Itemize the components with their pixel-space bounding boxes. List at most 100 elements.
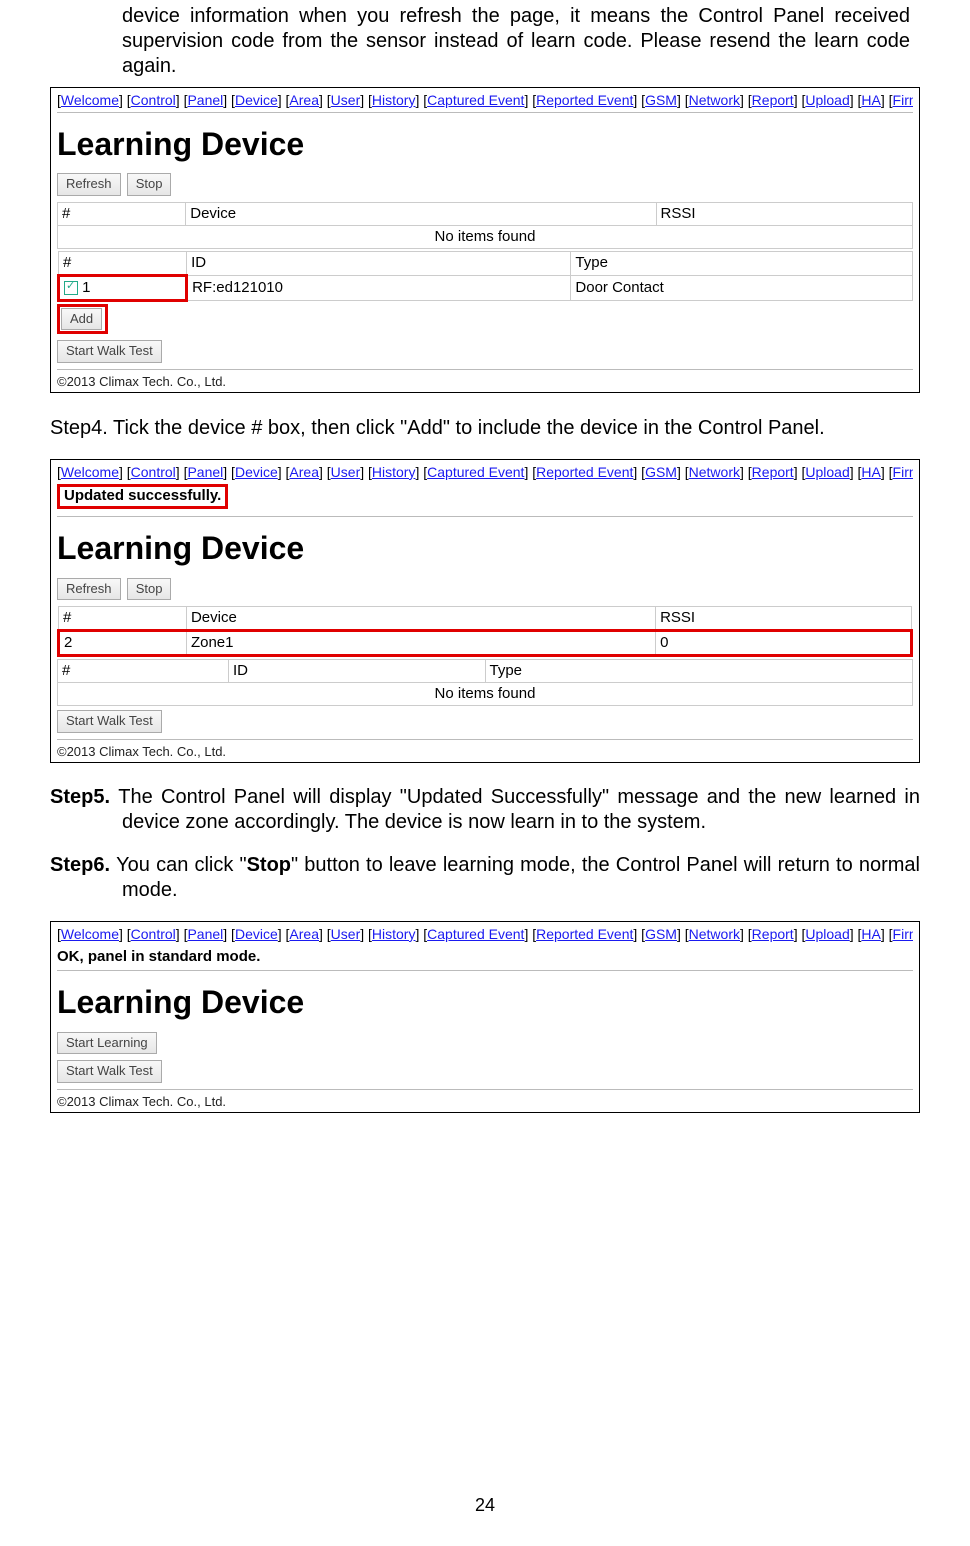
nav-area[interactable]: Area [289,464,319,480]
start-walk-test-button[interactable]: Start Walk Test [57,340,162,363]
stop-button[interactable]: Stop [127,173,172,196]
step6-body1: You can click " [116,854,246,876]
step5-text: Step5. The Control Panel will display "U… [122,785,920,835]
detected-table-1: # Device RSSI No items found [57,202,913,249]
start-learning-button[interactable]: Start Learning [57,1032,157,1055]
col-num2: # [58,660,229,683]
nav-user[interactable]: User [331,464,361,480]
start-walk-test-button[interactable]: Start Walk Test [57,710,162,733]
table-row: 1 RF:ed121010 Door Contact [59,275,913,300]
nav-upload[interactable]: Upload [805,926,849,942]
screenshot-1: [Welcome] [Control] [Panel] [Device] [Ar… [50,87,920,393]
nav-area[interactable]: Area [289,92,319,108]
col-id: ID [229,660,486,683]
nav-welcome[interactable]: Welcome [61,926,119,942]
col-num: # [59,607,187,631]
nav-reported[interactable]: Reported Event [536,464,633,480]
page-title-3: Learning Device [57,983,913,1021]
nav-ha[interactable]: HA [861,92,880,108]
step5-label: Step5. [50,786,118,808]
col-device: Device [186,202,656,225]
nav-ha[interactable]: HA [861,464,880,480]
nav-user[interactable]: User [331,92,361,108]
nav-device[interactable]: Device [235,926,278,942]
nav-gsm[interactable]: GSM [645,464,677,480]
nav-firmware[interactable]: Firmware [893,926,913,942]
nav-control[interactable]: Control [131,92,176,108]
copyright-2: ©2013 Climax Tech. Co., Ltd. [57,744,913,760]
nav-welcome[interactable]: Welcome [61,464,119,480]
col-num: # [58,202,186,225]
page-number: 24 [0,1495,970,1516]
start-walk-test-button[interactable]: Start Walk Test [57,1060,162,1083]
nav-user[interactable]: User [331,926,361,942]
nav-panel[interactable]: Panel [187,926,223,942]
nav-captured[interactable]: Captured Event [427,464,524,480]
nav-gsm[interactable]: GSM [645,926,677,942]
page-title-2: Learning Device [57,529,913,567]
stop-button[interactable]: Stop [127,578,172,601]
checkbox-icon[interactable] [64,281,78,295]
status-ok: OK, panel in standard mode. [57,948,913,966]
nav-control[interactable]: Control [131,926,176,942]
screenshot-2: [Welcome] [Control] [Panel] [Device] [Ar… [50,459,920,763]
no-items-row-2: No items found [58,683,913,706]
row-num: 1 [82,279,90,296]
nav-history[interactable]: History [372,926,416,942]
nav-gsm[interactable]: GSM [645,92,677,108]
nav-panel[interactable]: Panel [187,464,223,480]
nav-reported[interactable]: Reported Event [536,926,633,942]
zone-dev: Zone1 [186,631,655,656]
row-id: RF:ed121010 [187,275,571,300]
learned-table-2: # ID Type No items found [57,659,913,706]
nav-links-2: [Welcome] [Control] [Panel] [Device] [Ar… [57,464,913,481]
step5-body: The Control Panel will display "Updated … [118,786,920,833]
nav-captured[interactable]: Captured Event [427,926,524,942]
screenshot-3: [Welcome] [Control] [Panel] [Device] [Ar… [50,921,920,1113]
intro-text: device information when you refresh the … [122,4,910,79]
nav-history[interactable]: History [372,464,416,480]
zone-row: 2 Zone1 0 [59,631,912,656]
nav-control[interactable]: Control [131,464,176,480]
col-rssi: RSSI [656,202,913,225]
col-type: Type [571,251,913,275]
nav-welcome[interactable]: Welcome [61,92,119,108]
col-rssi: RSSI [656,607,912,631]
checkbox-cell[interactable]: 1 [59,275,187,300]
nav-area[interactable]: Area [289,926,319,942]
nav-firmware[interactable]: Firmware [893,464,913,480]
nav-upload[interactable]: Upload [805,464,849,480]
nav-report[interactable]: Report [752,92,794,108]
refresh-button[interactable]: Refresh [57,578,121,601]
col-type: Type [485,660,913,683]
col-id: ID [187,251,571,275]
nav-ha[interactable]: HA [861,926,880,942]
no-items-row: No items found [58,225,913,248]
nav-history[interactable]: History [372,92,416,108]
add-button[interactable]: Add [61,308,102,331]
nav-device[interactable]: Device [235,464,278,480]
nav-device[interactable]: Device [235,92,278,108]
zone-num: 2 [59,631,187,656]
step4-text: Step4. Tick the device # box, then click… [50,415,920,441]
page-title-1: Learning Device [57,125,913,163]
col-num2: # [59,251,187,275]
nav-captured[interactable]: Captured Event [427,92,524,108]
detected-table-2: # Device RSSI 2 Zone1 0 [57,606,913,657]
nav-report[interactable]: Report [752,464,794,480]
copyright-1: ©2013 Climax Tech. Co., Ltd. [57,374,913,390]
nav-network[interactable]: Network [689,92,740,108]
nav-network[interactable]: Network [689,926,740,942]
refresh-button[interactable]: Refresh [57,173,121,196]
nav-upload[interactable]: Upload [805,92,849,108]
nav-panel[interactable]: Panel [187,92,223,108]
learned-table-1: # ID Type 1 RF:ed121010 Door Contact [57,251,913,302]
nav-firmware[interactable]: Firmware [893,92,913,108]
nav-reported[interactable]: Reported Event [536,92,633,108]
nav-network[interactable]: Network [689,464,740,480]
step6-label: Step6. [50,854,116,876]
step6-text: Step6. You can click "Stop" button to le… [122,853,920,903]
nav-report[interactable]: Report [752,926,794,942]
copyright-3: ©2013 Climax Tech. Co., Ltd. [57,1094,913,1110]
updated-successfully-msg: Updated successfully. [57,484,228,509]
